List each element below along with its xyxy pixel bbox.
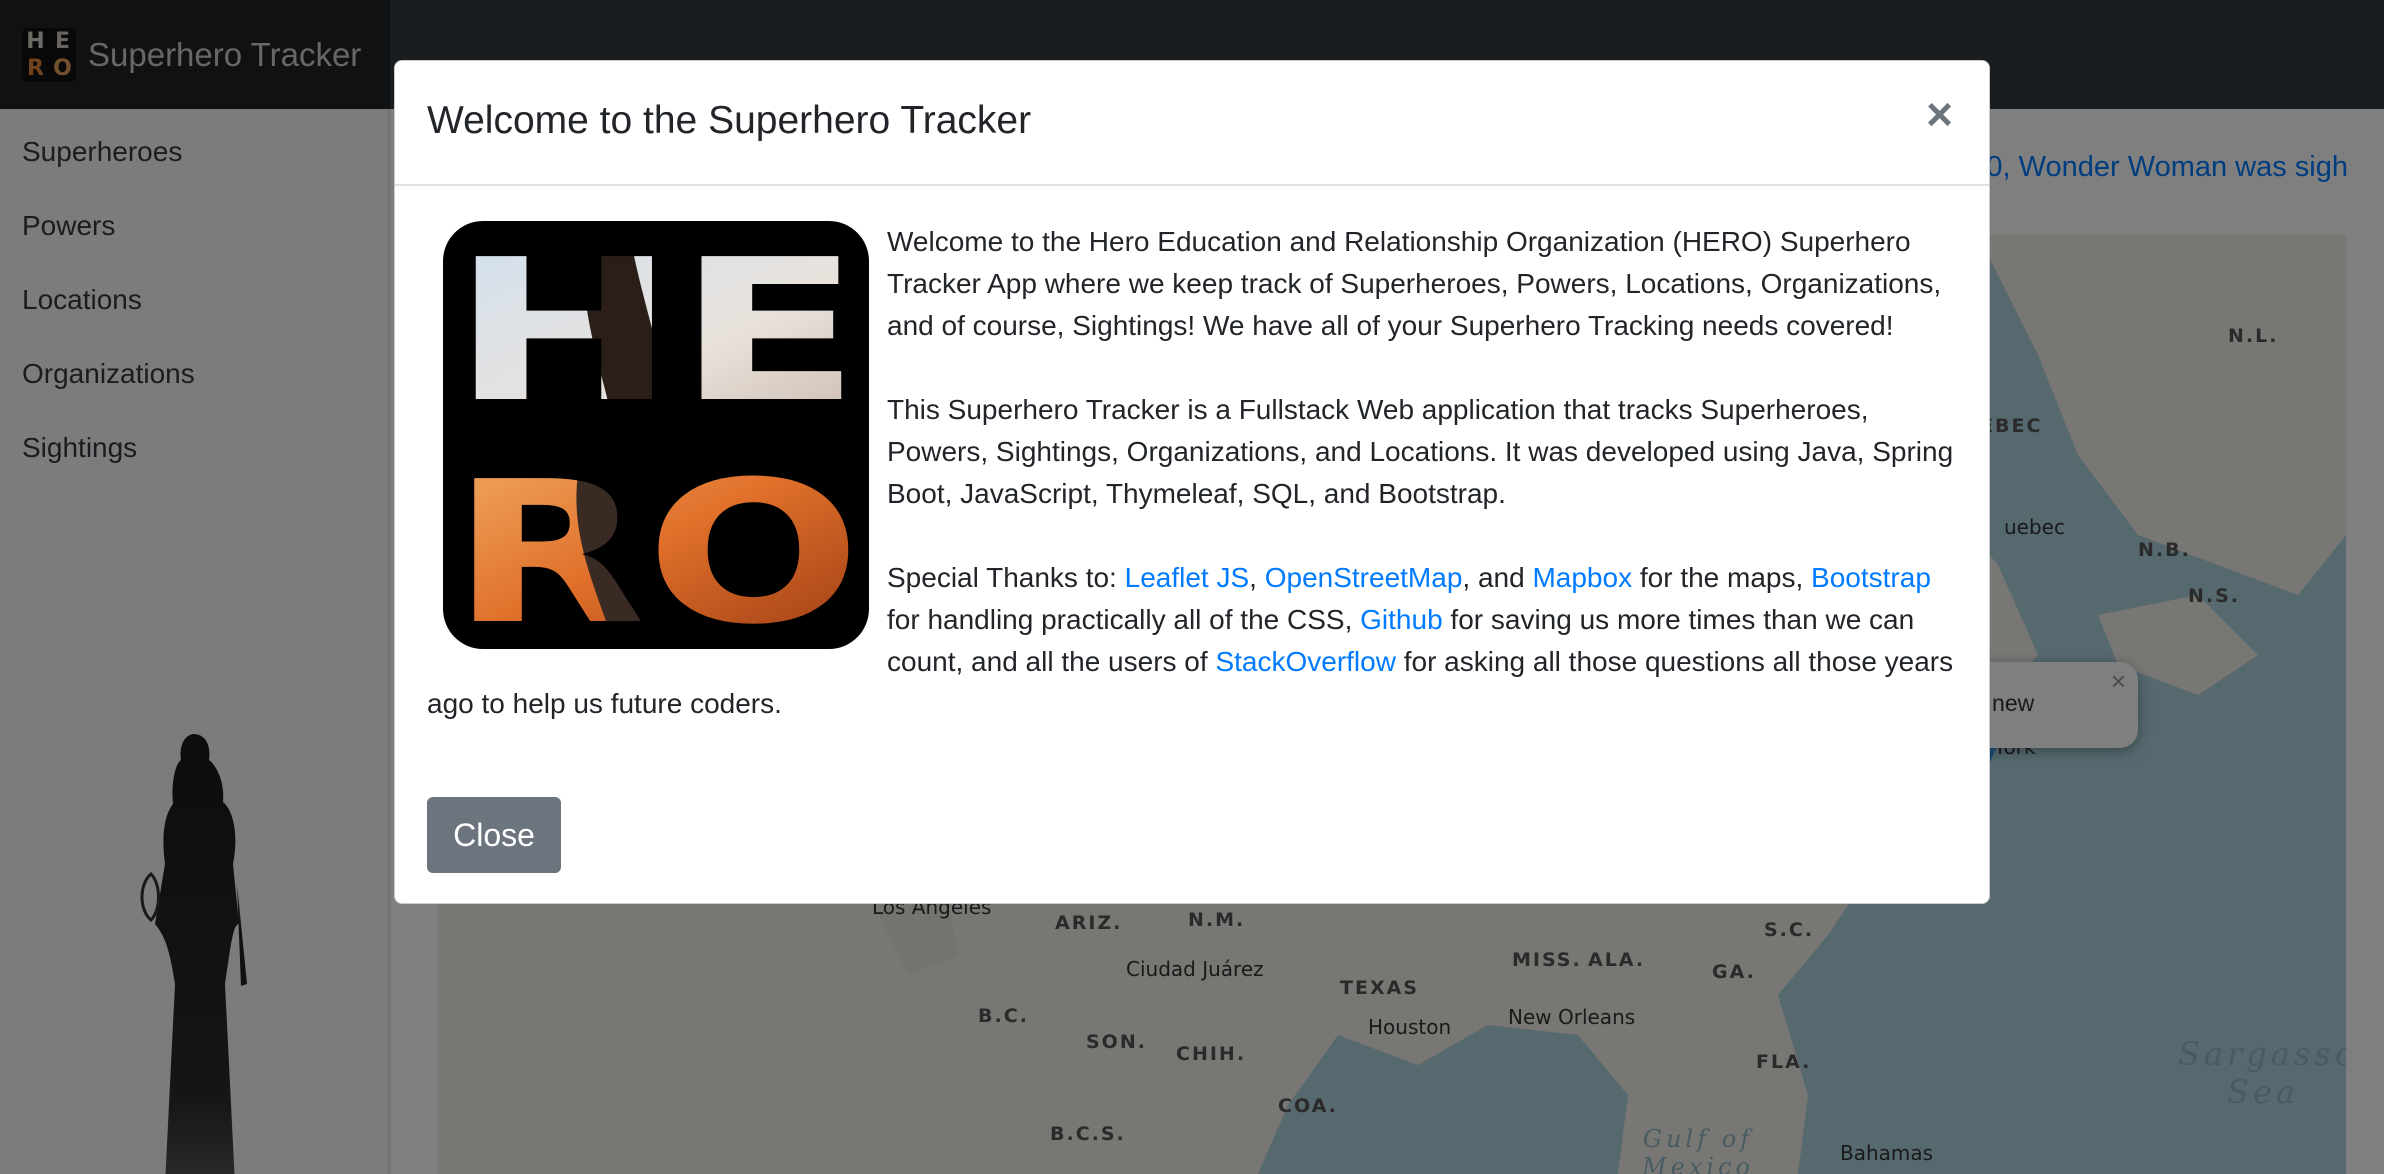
openstreetmap-link[interactable]: OpenStreetMap [1265, 562, 1463, 593]
modal-body: HE RO H E R O Welcome to t [427, 221, 1957, 767]
thanks-text: , and [1462, 562, 1533, 593]
close-button[interactable]: Close [427, 797, 561, 873]
thanks-text: , [1249, 562, 1265, 593]
leaflet-link[interactable]: Leaflet JS [1125, 562, 1250, 593]
modal-title: Welcome to the Superhero Tracker [427, 99, 1032, 142]
mapbox-link[interactable]: Mapbox [1532, 562, 1632, 593]
welcome-modal: Welcome to the Superhero Tracker × Welco… [394, 60, 1990, 904]
bootstrap-link[interactable]: Bootstrap [1811, 562, 1931, 593]
github-link[interactable]: Github [1360, 604, 1443, 635]
close-icon[interactable]: × [1926, 91, 1953, 137]
thanks-text: for the maps, [1632, 562, 1812, 593]
thanks-text: for handling practically all of the CSS, [887, 604, 1361, 635]
modal-header: Welcome to the Superhero Tracker × [395, 61, 1989, 186]
hero-logo-image: HE RO H E R O [443, 221, 869, 649]
thanks-text: Special Thanks to: [887, 562, 1125, 593]
stackoverflow-link[interactable]: StackOverflow [1215, 646, 1396, 677]
